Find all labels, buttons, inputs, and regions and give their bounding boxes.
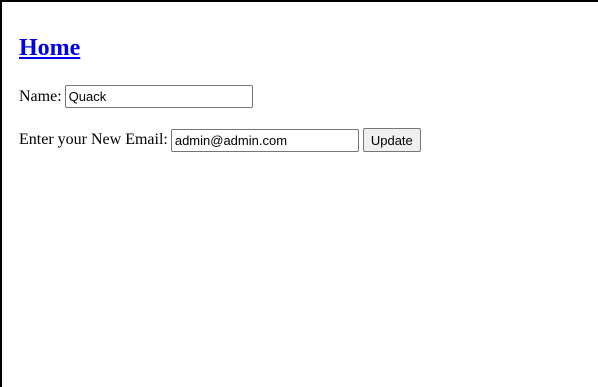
home-link[interactable]: Home <box>19 32 80 64</box>
update-button[interactable]: Update <box>362 128 421 152</box>
name-label: Name: <box>19 87 62 105</box>
name-row: Name: <box>19 85 253 108</box>
page-frame: Home Name: Enter your New Email: Update <box>0 0 598 387</box>
name-input[interactable] <box>64 85 253 108</box>
email-label: Enter your New Email: <box>19 131 168 148</box>
email-input[interactable] <box>170 128 359 152</box>
email-row: Enter your New Email: Update <box>19 128 421 152</box>
